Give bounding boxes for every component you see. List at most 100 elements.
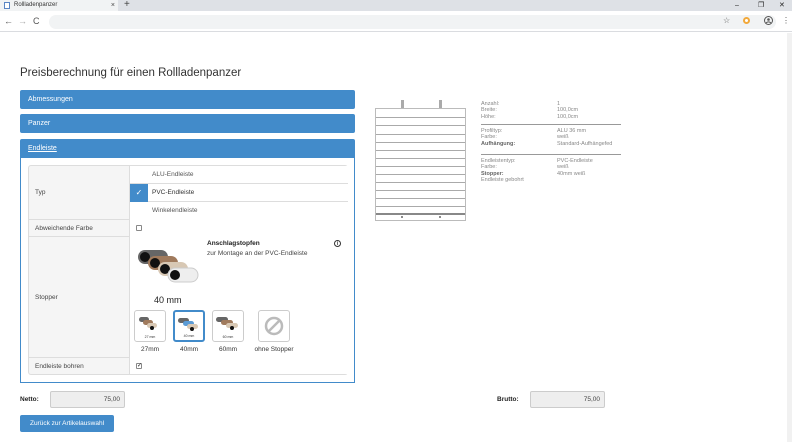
- info-icon[interactable]: i: [334, 240, 341, 247]
- option-pvc-endleiste[interactable]: ✓ PVC-Endleiste: [130, 184, 348, 202]
- stopper-option-60mm[interactable]: 60 mm: [212, 310, 244, 342]
- summary-value: Standard-Aufhängefed: [557, 140, 613, 147]
- summary-value: PVC-Endleiste: [557, 158, 593, 164]
- slat: [376, 206, 465, 207]
- stopper-caption-none: ohne Stopper: [254, 346, 294, 353]
- summary-value: weiß: [557, 134, 569, 141]
- option-winkelendleiste[interactable]: Winkelendleiste: [130, 202, 348, 220]
- summary-value: ALU 36 mm: [557, 128, 587, 134]
- farbe-label: Abweichende Farbe: [35, 225, 93, 232]
- farbe-checkbox[interactable]: [136, 225, 142, 231]
- summary-key: Profiltyp:: [481, 128, 503, 134]
- slat: [376, 125, 465, 126]
- summary-group-endleiste-values: PVC-Endleiste weiß 40mm weiß: [557, 158, 593, 177]
- minimize-button[interactable]: –: [735, 0, 739, 11]
- farbe-value: [129, 220, 348, 237]
- checkmark-icon: ✓: [130, 184, 148, 202]
- browser-tab[interactable]: Rollladenpanzer ×: [0, 0, 118, 11]
- bookmark-star-icon[interactable]: ☆: [723, 15, 730, 27]
- new-tab-button[interactable]: +: [124, 0, 130, 11]
- option-label: Winkelendleiste: [152, 207, 198, 214]
- accordion-endleiste[interactable]: Endleiste: [20, 139, 355, 158]
- thumb-label: 60 mm: [222, 335, 234, 339]
- stopper-title: Anschlagstopfen: [207, 240, 260, 247]
- slat: [376, 150, 465, 151]
- summary-key: Anzahl:: [481, 101, 500, 107]
- tab-title: Rollladenpanzer: [14, 2, 58, 8]
- summary-key: Stopper:: [481, 170, 504, 177]
- summary-group-panzer-values: ALU 36 mm weiß Standard-Aufhängefed: [557, 128, 612, 147]
- slat: [376, 134, 465, 135]
- forward-icon[interactable]: →: [18, 15, 27, 27]
- back-to-articles-button[interactable]: Zurück zur Artikelauswahl: [20, 415, 114, 432]
- slat: [376, 117, 465, 118]
- accordion-panzer[interactable]: Panzer: [20, 114, 355, 133]
- slat: [376, 142, 465, 143]
- tab-close-icon[interactable]: ×: [111, 0, 115, 11]
- roller-shutter-preview: [375, 108, 466, 221]
- slat: [376, 174, 465, 175]
- option-label: PVC-Endleiste: [152, 189, 195, 196]
- slat: [376, 158, 465, 159]
- stopper-label: Stopper: [35, 294, 58, 301]
- stopper-thumb-image: [178, 318, 198, 331]
- no-entry-icon: [264, 316, 284, 336]
- summary-key: Breite:: [481, 107, 497, 114]
- browser-menu-icon[interactable]: ⋮: [782, 15, 790, 27]
- summary-key: Farbe:: [481, 164, 497, 171]
- summary-group-endleiste: Endleistentyp: Farbe: Stopper: Endleiste…: [481, 158, 524, 183]
- summary-group-panzer: Profiltyp: Farbe: Aufhängung:: [481, 128, 515, 147]
- typ-label: Typ: [35, 189, 46, 196]
- thumb-label: 40 mm: [183, 334, 195, 338]
- stopper-dot: [401, 216, 403, 218]
- option-label: ALU-Endleiste: [152, 171, 194, 178]
- summary-divider: [481, 124, 621, 125]
- profile-icon[interactable]: [764, 16, 773, 29]
- reload-icon[interactable]: C: [33, 15, 40, 27]
- bohren-label: Endleiste bohren: [35, 363, 84, 370]
- back-icon[interactable]: ←: [4, 15, 13, 27]
- summary-value: 100,0cm: [557, 113, 579, 120]
- summary-key: Endleistentyp:: [481, 158, 516, 164]
- summary-divider: [481, 154, 621, 155]
- netto-label: Netto:: [20, 396, 39, 403]
- stopper-thumb-image: [139, 317, 157, 330]
- stopper-selected-size: 40 mm: [154, 295, 182, 305]
- end-bar: [376, 213, 465, 215]
- close-window-button[interactable]: ✕: [779, 0, 785, 11]
- brutto-field: 75,00: [530, 391, 605, 408]
- page-favicon-icon: [4, 2, 10, 9]
- option-alu-endleiste[interactable]: ALU-Endleiste: [130, 166, 348, 184]
- slat: [376, 166, 465, 167]
- brutto-label: Brutto:: [497, 396, 519, 403]
- slat: [376, 182, 465, 183]
- bohren-checkbox[interactable]: ✓: [136, 363, 142, 369]
- netto-field: 75,00: [50, 391, 125, 408]
- summary-key: Aufhängung:: [481, 140, 516, 147]
- maximize-button[interactable]: ❐: [758, 0, 764, 11]
- summary-value: 40mm weiß: [557, 170, 586, 177]
- summary-key: Endleiste gebohrt: [481, 176, 524, 183]
- page-scrollbar[interactable]: [787, 33, 792, 442]
- extension-icon[interactable]: [742, 16, 751, 29]
- thumb-label: 27 mm: [144, 335, 156, 339]
- summary-key: Höhe:: [481, 113, 496, 120]
- stopper-option-40mm[interactable]: 40 mm: [173, 310, 205, 342]
- summary-group-dimensions: Anzahl: Breite: Höhe:: [481, 101, 499, 120]
- tab-bar: Rollladenpanzer × + – ❐ ✕: [0, 0, 792, 11]
- stopper-dot: [439, 216, 441, 218]
- page-title: Preisberechnung für einen Rollladenpanze…: [20, 67, 242, 79]
- stopper-product-image: [138, 250, 199, 283]
- summary-value: 100,0cm: [557, 107, 579, 114]
- summary-group-dimensions-values: 1 100,0cm 100,0cm: [557, 101, 578, 120]
- address-bar[interactable]: [49, 15, 776, 29]
- stopper-description: zur Montage an der PVC-Endleiste: [207, 250, 308, 257]
- bohren-value: [129, 358, 348, 374]
- slat: [376, 198, 465, 199]
- option-radio: [130, 166, 148, 184]
- stopper-option-27mm[interactable]: 27 mm: [134, 310, 166, 342]
- address-toolbar: ← → C ☆ ⋮: [0, 11, 792, 32]
- stopper-option-none[interactable]: [258, 310, 290, 342]
- accordion-abmessungen[interactable]: Abmessungen: [20, 90, 355, 109]
- summary-key: Farbe:: [481, 134, 497, 141]
